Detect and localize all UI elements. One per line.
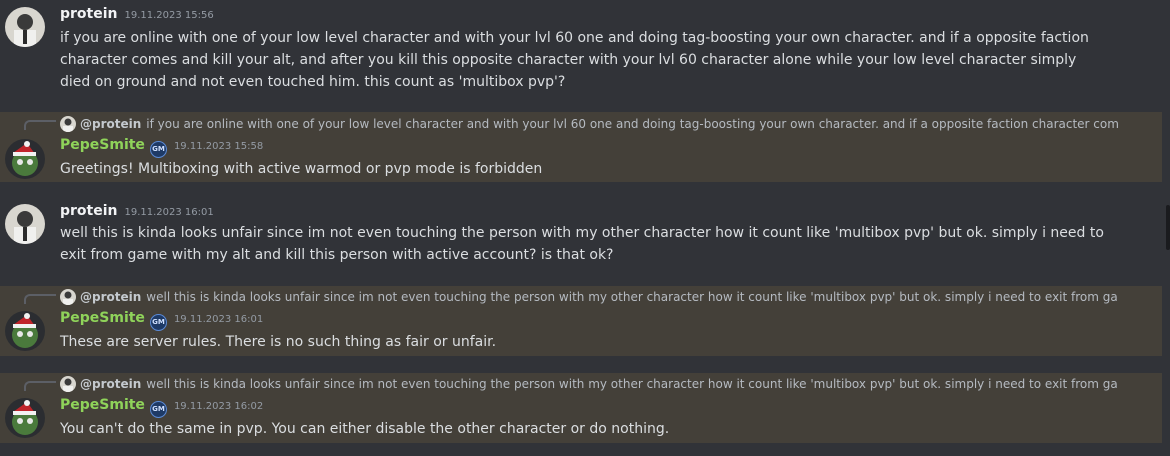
reply-preview[interactable]: @protein well this is kinda looks unfair…	[60, 375, 1118, 393]
gm-badge-icon: GM	[149, 141, 167, 158]
reply-preview[interactable]: @protein if you are online with one of y…	[60, 115, 1118, 133]
moderator-avatar-icon	[5, 139, 45, 179]
scrollbar[interactable]	[1166, 205, 1170, 250]
user-avatar-icon	[5, 204, 45, 244]
message-2[interactable]: @protein if you are online with one of y…	[0, 112, 1162, 182]
moderator-avatar-icon	[5, 311, 45, 351]
timestamp: 19.11.2023 16:01	[124, 207, 214, 218]
avatar-pepesmite[interactable]	[5, 139, 45, 179]
reply-avatar-icon	[60, 116, 76, 132]
reply-avatar-icon	[60, 289, 76, 305]
message-1[interactable]: protein 19.11.2023 15:56 if you are onli…	[0, 0, 1162, 105]
reply-author[interactable]: @protein	[80, 290, 141, 304]
reply-preview[interactable]: @protein well this is kinda looks unfair…	[60, 288, 1118, 306]
author-name[interactable]: PepeSmite	[60, 137, 145, 153]
author-name[interactable]: PepeSmite	[60, 397, 145, 413]
timestamp: 19.11.2023 15:56	[124, 10, 214, 21]
author-name[interactable]: protein	[60, 6, 118, 22]
gm-badge-icon: GM	[149, 401, 167, 418]
moderator-avatar-icon	[5, 398, 45, 438]
author-name[interactable]: PepeSmite	[60, 310, 145, 326]
message-5[interactable]: @protein well this is kinda looks unfair…	[0, 373, 1162, 443]
message-text: well this is kinda looks unfair since im…	[60, 225, 1104, 263]
author-name[interactable]: protein	[60, 203, 118, 219]
message-4[interactable]: @protein well this is kinda looks unfair…	[0, 286, 1162, 356]
reply-text[interactable]: if you are online with one of your low l…	[146, 117, 1118, 131]
timestamp: 19.11.2023 16:01	[173, 314, 264, 325]
message-text: You can't do the same in pvp. You can ei…	[60, 421, 670, 437]
message-text: These are server rules. There is no such…	[60, 334, 497, 350]
avatar-protein[interactable]	[5, 7, 45, 47]
reply-avatar-icon	[60, 376, 76, 392]
reply-spine	[24, 294, 56, 304]
reply-spine	[24, 120, 56, 130]
timestamp: 19.11.2023 15:58	[173, 141, 264, 152]
message-text: if you are online with one of your low l…	[60, 30, 1089, 90]
gm-badge-icon: GM	[149, 314, 167, 331]
reply-text[interactable]: well this is kinda looks unfair since im…	[146, 377, 1118, 391]
avatar-pepesmite[interactable]	[5, 311, 45, 351]
message-text: Greetings! Multiboxing with active warmo…	[60, 161, 543, 177]
avatar-pepesmite[interactable]	[5, 398, 45, 438]
user-avatar-icon	[5, 7, 45, 47]
reply-spine	[24, 381, 56, 391]
reply-author[interactable]: @protein	[80, 377, 141, 391]
message-3[interactable]: protein 19.11.2023 16:01 well this is ki…	[0, 197, 1162, 275]
reply-author[interactable]: @protein	[80, 117, 141, 131]
timestamp: 19.11.2023 16:02	[173, 401, 264, 412]
reply-text[interactable]: well this is kinda looks unfair since im…	[146, 290, 1118, 304]
avatar-protein[interactable]	[5, 204, 45, 244]
